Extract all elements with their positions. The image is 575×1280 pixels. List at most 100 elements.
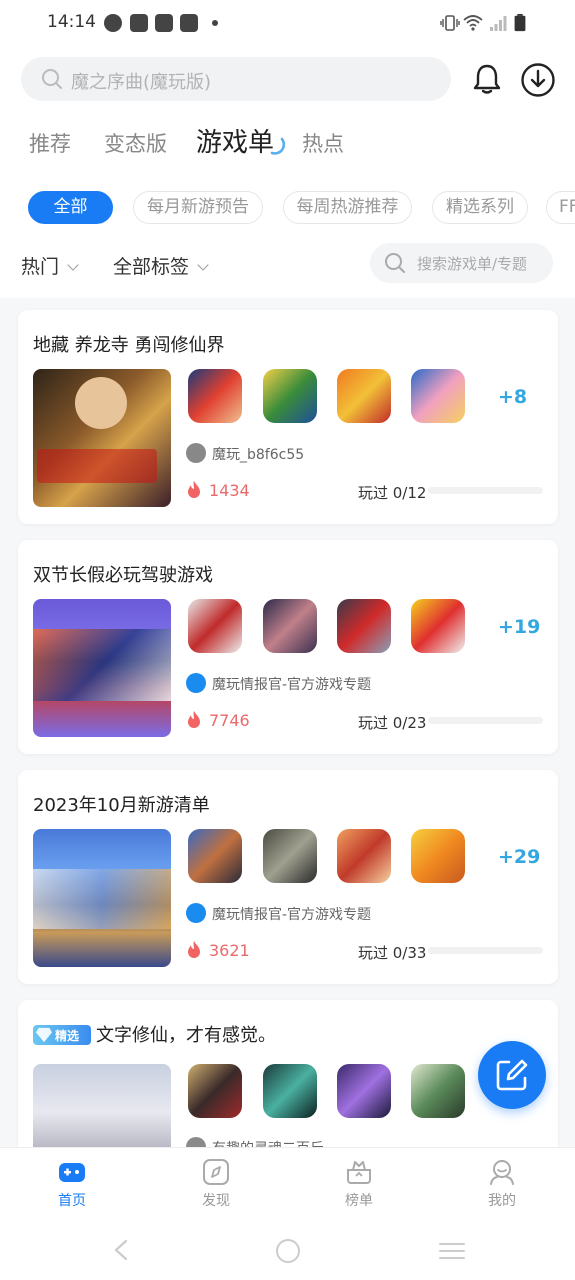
game-icon[interactable] [411, 599, 465, 653]
more-games-count: +8 [498, 386, 528, 408]
game-list-card[interactable]: 2023年10月新游清单 +29 魔玩情报官-官方游戏专题 3621 玩过 0/… [18, 770, 558, 984]
game-icon[interactable] [263, 369, 317, 423]
list-title: 地藏 养龙寺 勇闯修仙界 [33, 335, 225, 356]
game-icon[interactable] [188, 369, 242, 423]
list-title: 文字修仙，才有感觉。 [96, 1025, 276, 1046]
nav-ranking-label: 榜单 [345, 1193, 373, 1209]
home-gamepad-icon [59, 1163, 85, 1182]
game-icon[interactable] [337, 829, 391, 883]
played-progress-bar [428, 717, 543, 724]
header: 魔之序曲(魔玩版) 推荐 变态版 游戏单 热点 全部 每月新游预告 每周热游推荐… [0, 48, 575, 298]
list-cover-image [33, 829, 171, 967]
tab-recommend[interactable]: 推荐 [29, 128, 71, 158]
download-icon[interactable] [520, 62, 556, 98]
notification-icon [104, 14, 122, 32]
loading-spinner-icon [270, 137, 286, 155]
avatar [186, 673, 206, 693]
category-chips: 全部 每月新游预告 每周热游推荐 精选系列 FF [0, 188, 575, 228]
chip-featured-series[interactable]: 精选系列 [432, 191, 528, 224]
chevron-down-icon [197, 259, 209, 271]
avatar [186, 903, 206, 923]
heat-count: 1434 [209, 481, 250, 500]
game-icon[interactable] [411, 369, 465, 423]
played-progress-text: 玩过 0/23 [358, 714, 427, 732]
heat-count: 7746 [209, 711, 250, 730]
played-progress-text: 玩过 0/12 [358, 484, 427, 502]
game-icon[interactable] [188, 829, 242, 883]
list-search-input[interactable]: 搜索游戏单/专题 [370, 243, 553, 283]
game-list-card[interactable]: 双节长假必玩驾驶游戏 +19 魔玩情报官-官方游戏专题 7746 玩过 0/23 [18, 540, 558, 754]
more-notifications-icon [212, 20, 218, 26]
tab-modded[interactable]: 变态版 [104, 128, 167, 158]
sort-label: 热门 [21, 256, 60, 278]
avatar [186, 443, 206, 463]
game-icon[interactable] [263, 829, 317, 883]
status-time: 14:14 [47, 12, 96, 32]
nav-profile-label: 我的 [488, 1193, 516, 1209]
compass-icon [203, 1159, 229, 1185]
search-icon [385, 253, 405, 273]
diamond-icon [36, 1027, 52, 1043]
chip-monthly-preview[interactable]: 每月新游预告 [133, 191, 263, 224]
nav-profile[interactable]: 我的 [462, 1158, 542, 1214]
edit-icon [496, 1059, 528, 1091]
game-icon[interactable] [188, 599, 242, 653]
heat-count: 3621 [209, 941, 250, 960]
game-icon[interactable] [188, 1064, 242, 1118]
chip-more[interactable]: FF [546, 191, 575, 224]
home-circle-icon[interactable] [275, 1238, 301, 1264]
notification-icon [180, 14, 198, 32]
recents-menu-icon[interactable] [438, 1241, 466, 1261]
game-list-card[interactable]: 地藏 养龙寺 勇闯修仙界 +8 魔玩_b8f6c55 1434 玩过 0/12 [18, 310, 558, 524]
fire-icon [188, 941, 200, 958]
game-icon[interactable] [411, 829, 465, 883]
more-games-count: +29 [498, 846, 541, 868]
author-name: 魔玩_b8f6c55 [212, 447, 305, 463]
nav-ranking[interactable]: 榜单 [319, 1158, 399, 1214]
list-title: 2023年10月新游清单 [33, 795, 210, 816]
more-games-count: +19 [498, 616, 541, 638]
back-icon[interactable] [112, 1239, 130, 1261]
author-name: 魔玩情报官-官方游戏专题 [212, 677, 372, 693]
fire-icon [188, 711, 200, 728]
list-cover-image [33, 369, 171, 507]
create-list-button[interactable] [478, 1041, 546, 1109]
tab-hot[interactable]: 热点 [302, 128, 344, 158]
tags-dropdown[interactable]: 全部标签 [113, 252, 209, 279]
chip-all[interactable]: 全部 [28, 191, 113, 224]
played-progress-bar [428, 947, 543, 954]
ranking-icon [347, 1161, 371, 1184]
vibrate-icon [440, 15, 460, 31]
played-progress-text: 玩过 0/33 [358, 944, 427, 962]
status-bar: 14:14 [0, 0, 575, 48]
game-icon[interactable] [337, 599, 391, 653]
search-placeholder: 魔之序曲(魔玩版) [71, 72, 212, 93]
wifi-icon [463, 15, 483, 31]
game-icon[interactable] [411, 1064, 465, 1118]
nav-discover[interactable]: 发现 [176, 1158, 256, 1214]
nav-discover-label: 发现 [202, 1193, 230, 1209]
tags-label: 全部标签 [113, 256, 190, 278]
nav-home[interactable]: 首页 [32, 1158, 112, 1214]
game-icon[interactable] [337, 369, 391, 423]
signal-icon [490, 16, 507, 31]
list-search-placeholder: 搜索游戏单/专题 [417, 255, 528, 273]
notification-icon [130, 14, 148, 32]
system-nav-bar [0, 1217, 575, 1280]
chevron-down-icon [67, 259, 79, 271]
game-icon[interactable] [263, 599, 317, 653]
featured-badge-label: 精选 [55, 1029, 80, 1043]
author-name: 魔玩情报官-官方游戏专题 [212, 907, 372, 923]
battery-icon [514, 14, 526, 32]
bell-icon[interactable] [470, 62, 504, 96]
chip-weekly-hot[interactable]: 每周热游推荐 [283, 191, 412, 224]
profile-icon [490, 1160, 514, 1185]
sort-dropdown[interactable]: 热门 [21, 252, 79, 279]
featured-badge: 精选 [33, 1025, 91, 1045]
bottom-nav: 首页 发现 榜单 我的 [0, 1147, 575, 1217]
search-bar[interactable]: 魔之序曲(魔玩版) [21, 57, 451, 101]
game-icon[interactable] [337, 1064, 391, 1118]
game-icon[interactable] [263, 1064, 317, 1118]
tab-game-lists[interactable]: 游戏单 [196, 122, 274, 159]
nav-home-label: 首页 [58, 1193, 86, 1209]
